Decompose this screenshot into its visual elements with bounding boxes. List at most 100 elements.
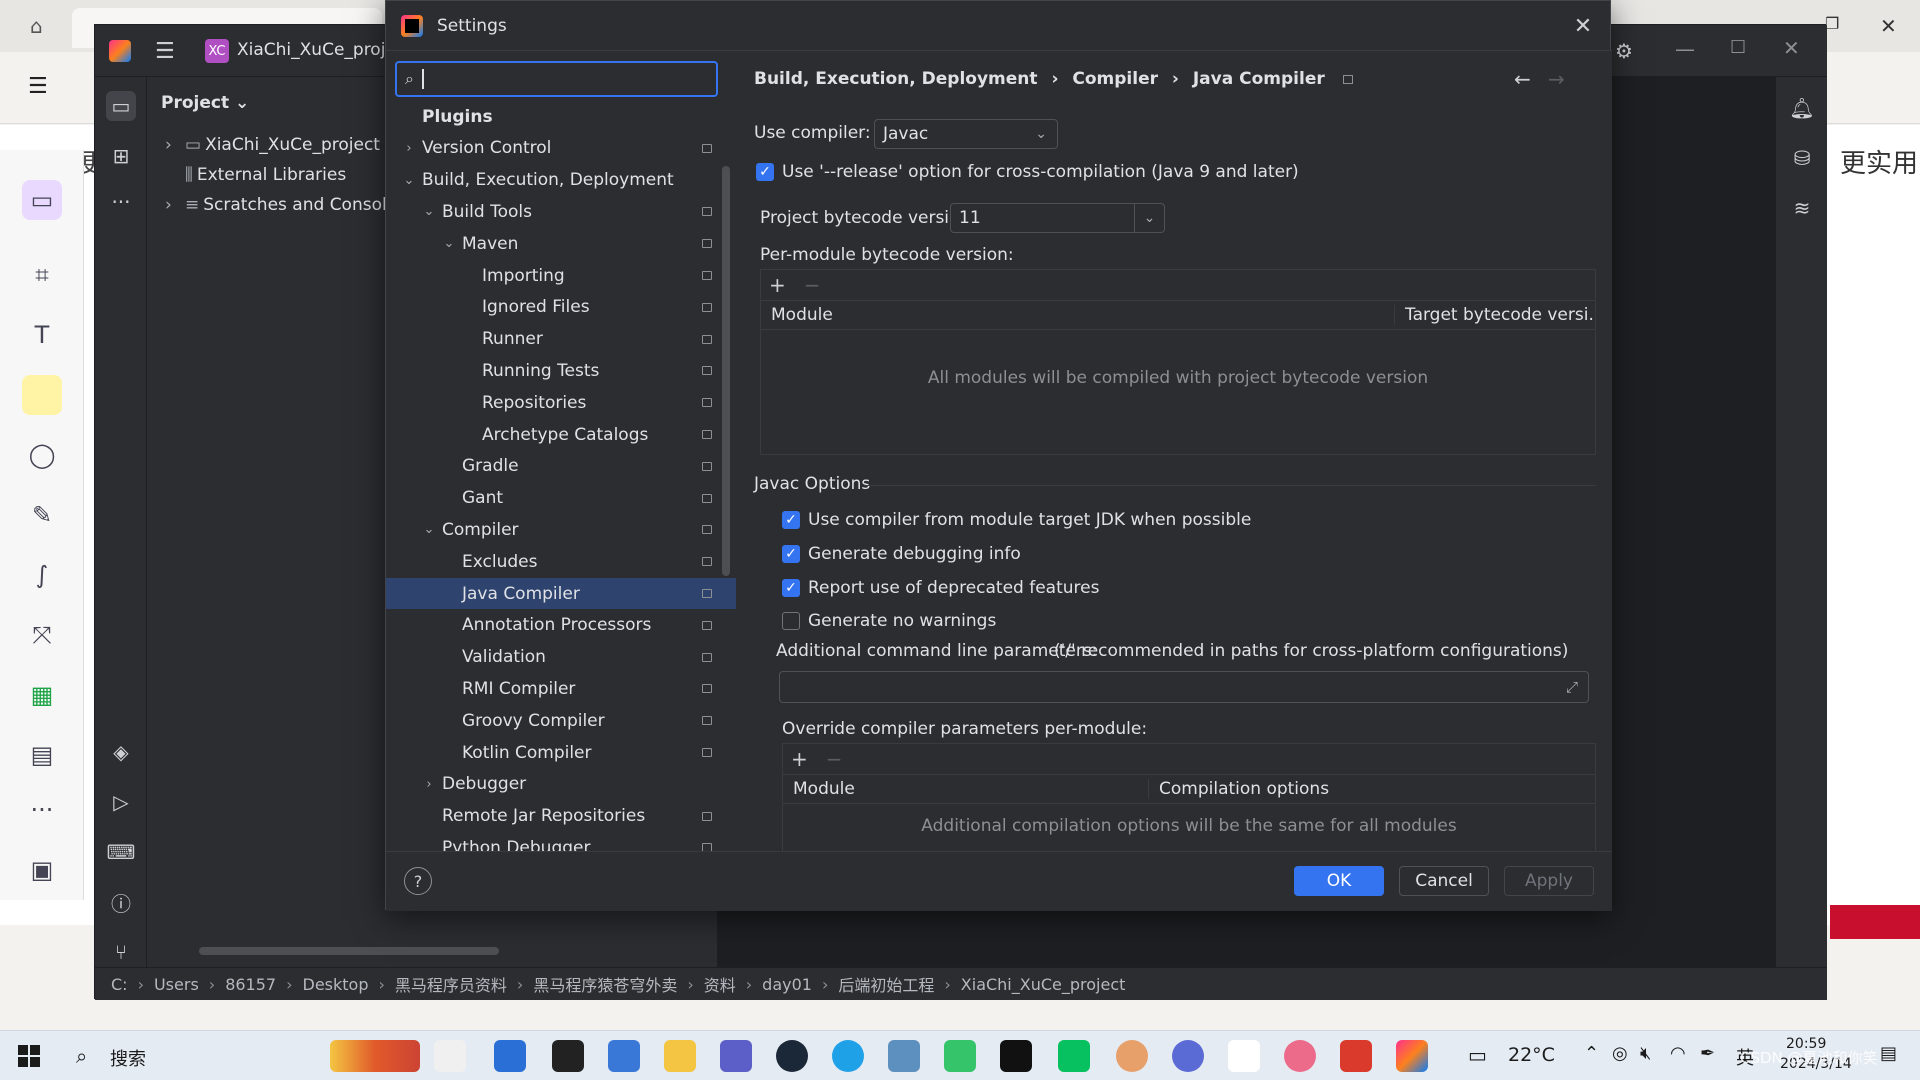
chevron-down-icon[interactable]: ⌄ — [1134, 204, 1164, 232]
settings-tree-item[interactable]: Kotlin Compiler — [386, 737, 736, 768]
layers-icon[interactable]: ◈ — [106, 737, 136, 767]
column-compilation-options[interactable]: Compilation options — [1149, 779, 1595, 799]
home-icon[interactable]: ⌂ — [30, 14, 54, 38]
javac-option-checkbox[interactable] — [782, 612, 800, 630]
chevron-up-icon[interactable]: ⌃ — [1584, 1043, 1599, 1064]
mail-icon[interactable] — [608, 1040, 640, 1072]
chevron-right-icon[interactable]: › — [165, 195, 185, 215]
close-icon[interactable]: ✕ — [1880, 14, 1897, 38]
cancel-button[interactable]: Cancel — [1399, 866, 1489, 896]
pen-tool-icon[interactable]: ✎ — [22, 495, 62, 535]
structure-icon[interactable]: ⊞ — [106, 141, 136, 171]
edge-icon[interactable] — [832, 1040, 864, 1072]
wps-icon[interactable] — [1340, 1040, 1372, 1072]
minimize-icon[interactable]: — — [1675, 37, 1695, 61]
settings-tree-item[interactable]: Running Tests — [386, 355, 736, 386]
table-tool-icon[interactable]: ▦ — [22, 675, 62, 715]
project-tree-row[interactable]: ⫼ External Libraries — [185, 161, 346, 189]
settings-tree-item[interactable]: Validation — [386, 642, 736, 673]
project-tree-row[interactable]: › ▭ XiaChi_XuCe_project — [165, 131, 380, 159]
windows-start-icon[interactable] — [18, 1045, 40, 1067]
main-menu-icon[interactable]: ☰ — [155, 39, 175, 64]
settings-tree-item[interactable]: Ignored Files — [386, 292, 736, 323]
settings-tree-item[interactable]: › Debugger — [386, 769, 736, 800]
sticky-note-icon[interactable] — [22, 375, 62, 415]
close-window-icon[interactable]: ✕ — [1783, 36, 1800, 60]
network-icon[interactable]: ◎ — [1612, 1043, 1628, 1064]
temperature-label[interactable]: 22°C — [1508, 1044, 1555, 1066]
connector-tool-icon[interactable]: ∫ — [22, 555, 62, 595]
templates-icon[interactable]: ▣ — [22, 850, 62, 890]
breadcrumb-item[interactable]: Desktop — [303, 975, 369, 994]
chevron-down-icon[interactable]: ⌄ — [440, 236, 458, 251]
chevron-right-icon[interactable]: › — [165, 135, 185, 155]
breadcrumb-item[interactable]: C: — [111, 975, 128, 994]
volume-icon[interactable]: 🔇︎ — [1640, 1043, 1651, 1064]
settings-tree-item[interactable]: › Version Control — [386, 133, 736, 164]
column-target-version[interactable]: Target bytecode versi... — [1395, 305, 1595, 325]
settings-tree-item[interactable]: Remote Jar Repositories — [386, 801, 736, 832]
forward-arrow-icon[interactable]: → — [1548, 67, 1565, 91]
settings-tree-item[interactable]: Plugins — [386, 101, 736, 132]
additional-params-input[interactable]: ⤢ — [779, 671, 1589, 703]
search-highlight-image[interactable] — [330, 1040, 420, 1072]
settings-tree-item[interactable]: ⌄ Build, Execution, Deployment — [386, 165, 736, 196]
bytecode-version-combo[interactable]: 11 ⌄ — [950, 203, 1165, 233]
use-compiler-dropdown[interactable]: Javac ⌄ — [874, 119, 1058, 149]
shapes-icon[interactable]: ◯ — [22, 435, 62, 475]
task-view-icon[interactable] — [434, 1040, 466, 1072]
expand-icon[interactable]: ⤢ — [1566, 678, 1578, 696]
problems-icon[interactable]: ⓘ — [106, 887, 136, 917]
weather-icon[interactable]: ▭ — [1468, 1043, 1487, 1067]
settings-search-input[interactable]: ⌕ — [395, 61, 718, 97]
frame-tool-icon[interactable]: ⌗ — [22, 255, 62, 295]
settings-tree-item[interactable]: Python Debugger — [386, 832, 736, 851]
tree-scrollbar[interactable] — [722, 166, 730, 576]
steam-icon[interactable] — [776, 1040, 808, 1072]
horizontal-scrollbar[interactable] — [199, 947, 499, 955]
services-icon[interactable]: ▷ — [106, 787, 136, 817]
settings-tree-item[interactable]: Java Compiler — [386, 578, 736, 609]
javac-option-checkbox[interactable]: ✓ — [782, 579, 800, 597]
wifi-icon[interactable]: ◠ — [1670, 1043, 1686, 1064]
column-module[interactable]: Module — [761, 305, 1395, 325]
settings-tree-item[interactable]: Gradle — [386, 451, 736, 482]
play-icon[interactable] — [944, 1040, 976, 1072]
settings-tree-item[interactable]: Runner — [386, 324, 736, 355]
maximize-icon[interactable]: ☐ — [1730, 37, 1746, 58]
breadcrumb-item[interactable]: 后端初始工程 — [838, 972, 934, 996]
text-tool-icon[interactable]: T — [22, 315, 62, 355]
settings-tree-item[interactable]: Archetype Catalogs — [386, 419, 736, 450]
app-icon[interactable] — [720, 1040, 752, 1072]
git-icon[interactable]: ⑂ — [106, 937, 136, 967]
remove-icon[interactable]: − — [804, 273, 821, 297]
tiktok-icon[interactable] — [1000, 1040, 1032, 1072]
settings-tree-item[interactable]: Repositories — [386, 387, 736, 418]
search-icon[interactable]: ⌕ — [76, 1044, 87, 1068]
apply-button[interactable]: Apply — [1504, 866, 1594, 896]
profiler-icon[interactable]: ≋ — [1787, 193, 1817, 223]
app-icon[interactable] — [888, 1040, 920, 1072]
notifications-bell-icon[interactable]: 🔔︎ — [1787, 93, 1817, 123]
app-icon[interactable] — [1116, 1040, 1148, 1072]
breadcrumb-item[interactable]: Users — [154, 975, 199, 994]
settings-tree-item[interactable]: Excludes — [386, 546, 736, 577]
settings-tree-item[interactable]: ⌄ Build Tools — [386, 196, 736, 227]
settings-tree-item[interactable]: RMI Compiler — [386, 673, 736, 704]
taskbar-search-label[interactable]: 搜索 — [110, 1045, 146, 1071]
more-icon[interactable]: ··· — [106, 187, 136, 217]
database-icon[interactable]: ⛁ — [1787, 143, 1817, 173]
app-icon[interactable] — [1284, 1040, 1316, 1072]
shape-tool-icon[interactable]: ▭ — [22, 180, 62, 220]
breadcrumb-item[interactable]: 86157 — [225, 975, 276, 994]
breadcrumb-item[interactable]: 资料 — [704, 972, 736, 996]
breadcrumb-item[interactable]: XiaChi_XuCe_project — [961, 975, 1126, 994]
settings-tree-item[interactable]: ⌄ Maven — [386, 228, 736, 259]
settings-tree-item[interactable]: Groovy Compiler — [386, 705, 736, 736]
back-arrow-icon[interactable]: ← — [1514, 67, 1531, 91]
project-folder-icon[interactable]: ▭ — [106, 91, 136, 121]
settings-gear-icon[interactable]: ⚙ — [1615, 39, 1633, 63]
breadcrumb-item[interactable]: 黑马程序猿苍穹外卖 — [533, 972, 677, 996]
project-badge[interactable]: XC — [205, 39, 229, 63]
close-icon[interactable]: ✕ — [1570, 13, 1596, 39]
